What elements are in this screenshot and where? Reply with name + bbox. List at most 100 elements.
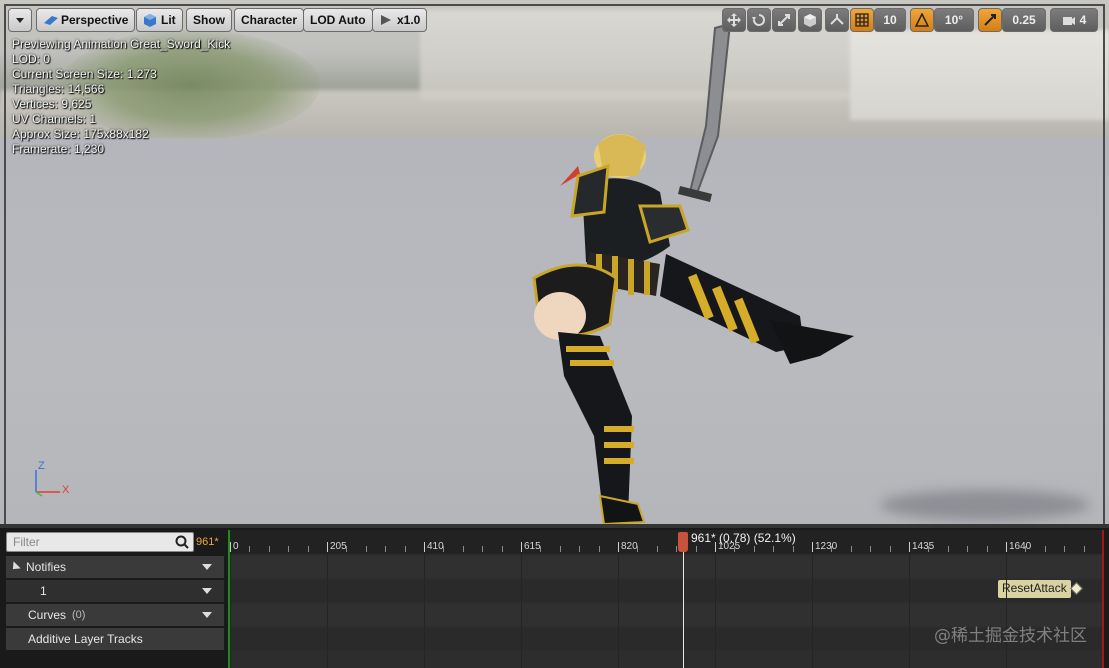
timeline-gridline [230,554,231,668]
view-mode-lit-button[interactable]: Lit [136,8,183,32]
rotation-snap-toggle[interactable] [910,8,934,32]
timeline-gridline [618,554,619,668]
notify-event-label: ResetAttack [1002,581,1067,595]
background-building-right [850,30,1109,120]
surface-snap-icon [830,13,844,27]
ruler-minor-tick [1064,546,1066,552]
playhead-handle[interactable] [678,532,688,552]
chevron-down-icon [13,13,27,27]
grid-snap-value-dropdown[interactable]: 10 [874,8,906,32]
character-mesh[interactable] [520,16,860,524]
ruler-label: 410 [427,541,444,552]
notifies-lane [228,556,1104,578]
notifies-track-header[interactable]: Notifies [6,556,224,578]
ruler-major-tick [1006,542,1007,552]
search-icon[interactable] [175,535,189,549]
expand-arrow-icon[interactable] [9,561,21,573]
camera-speed-value: 4 [1079,13,1087,27]
ruler-major-tick [230,542,231,552]
filter-input[interactable]: Filter [6,532,194,552]
axis-z-label: Z [38,460,45,472]
ruler-minor-tick [831,546,833,552]
ruler-minor-tick [579,546,581,552]
rotate-mode-button[interactable] [747,8,771,32]
grid-snap-toggle[interactable] [850,8,874,32]
ruler-minor-tick [695,546,697,552]
ruler-minor-tick [249,546,251,552]
show-label: Show [193,13,225,27]
ruler-minor-tick [889,546,891,552]
timeline-gridline [909,554,910,668]
ruler-label: 1435 [912,541,935,552]
ruler-minor-tick [1044,546,1046,552]
ruler-minor-tick [1083,546,1085,552]
camera-speed-button[interactable]: 4 [1050,8,1098,32]
additive-layer-tracks-header[interactable]: Additive Layer Tracks [6,628,224,650]
playhead-label: 961* (0.78) (52.1%) [691,531,796,545]
ruler-minor-tick [559,546,561,552]
animation-preview-viewport[interactable]: Perspective Lit Show Character LOD Auto … [0,0,1109,524]
ruler-minor-tick [385,546,387,552]
stat-framerate: Framerate: 1,230 [12,142,105,156]
current-frame-label: 961* [196,536,219,548]
grid-icon [855,13,869,27]
translate-mode-button[interactable] [722,8,746,32]
perspective-label: Perspective [61,13,129,27]
notify-track-dropdown-icon[interactable] [202,588,212,594]
timeline-gridline [521,554,522,668]
scale-snap-value: 0.25 [1012,13,1036,27]
notifies-dropdown-icon[interactable] [202,564,212,570]
ruler-minor-tick [870,546,872,552]
additive-label: Additive Layer Tracks [28,632,143,646]
ruler-minor-tick [734,546,736,552]
ruler-minor-tick [967,546,969,552]
move-arrows-icon [727,13,741,27]
ruler-minor-tick [1025,546,1027,552]
ruler-minor-tick [947,546,949,552]
stat-lod: LOD: 0 [12,52,51,66]
ruler-minor-tick [404,546,406,552]
character-menu-button[interactable]: Character [234,8,305,32]
play-icon [379,13,393,27]
stat-preview-animation: Previewing Animation Great_Sword_Kick [12,37,231,51]
playhead-line [683,544,684,668]
watermark-text: @稀土掘金技术社区 [934,626,1087,646]
scale-snap-value-dropdown[interactable]: 0.25 [1002,8,1046,32]
notify-track-1-lane[interactable] [228,580,1104,602]
timeline-ruler[interactable]: 0 205 410 615 820 1025 1230 1435 1640 [228,530,1104,554]
filter-placeholder: Filter [13,535,40,549]
surface-snap-button[interactable] [825,8,849,32]
ruler-major-tick [618,542,619,552]
panel-splitter[interactable] [0,524,1109,528]
timeline-scrubber-area[interactable]: 0 205 410 615 820 1025 1230 1435 1640 96… [228,530,1104,668]
coordinate-space-button[interactable] [798,8,822,32]
notifies-label: Notifies [26,560,67,574]
ruler-minor-tick [443,546,445,552]
curves-track-header[interactable]: Curves (0) [6,604,224,626]
ruler-label: 205 [330,541,347,552]
rotation-snap-value: 10° [944,13,964,27]
ruler-minor-tick [540,546,542,552]
ruler-label: 1230 [815,541,838,552]
ruler-minor-tick [365,546,367,552]
scale-snap-icon [983,13,997,27]
notify-track-1[interactable]: 1 [6,580,224,602]
perspective-view-button[interactable]: Perspective [36,8,136,32]
ruler-minor-tick [288,546,290,552]
ruler-minor-tick [268,546,270,552]
notify-event-reset-attack[interactable]: ResetAttack [998,580,1071,598]
playback-speed-button[interactable]: x1.0 [372,8,428,32]
lit-label: Lit [161,13,176,27]
ruler-minor-tick [928,546,930,552]
angle-icon [914,12,930,27]
rotation-snap-value-dropdown[interactable]: 10° [934,8,974,32]
lod-dropdown-button[interactable]: LOD Auto [303,8,373,32]
scale-snap-toggle[interactable] [978,8,1002,32]
ruler-label: 820 [621,541,638,552]
notify-track-1-label: 1 [40,584,47,598]
show-flags-button[interactable]: Show [186,8,232,32]
viewport-options-dropdown[interactable] [8,8,32,32]
curves-dropdown-icon[interactable] [202,612,212,618]
scale-mode-button[interactable] [772,8,796,32]
ruler-minor-tick [850,546,852,552]
